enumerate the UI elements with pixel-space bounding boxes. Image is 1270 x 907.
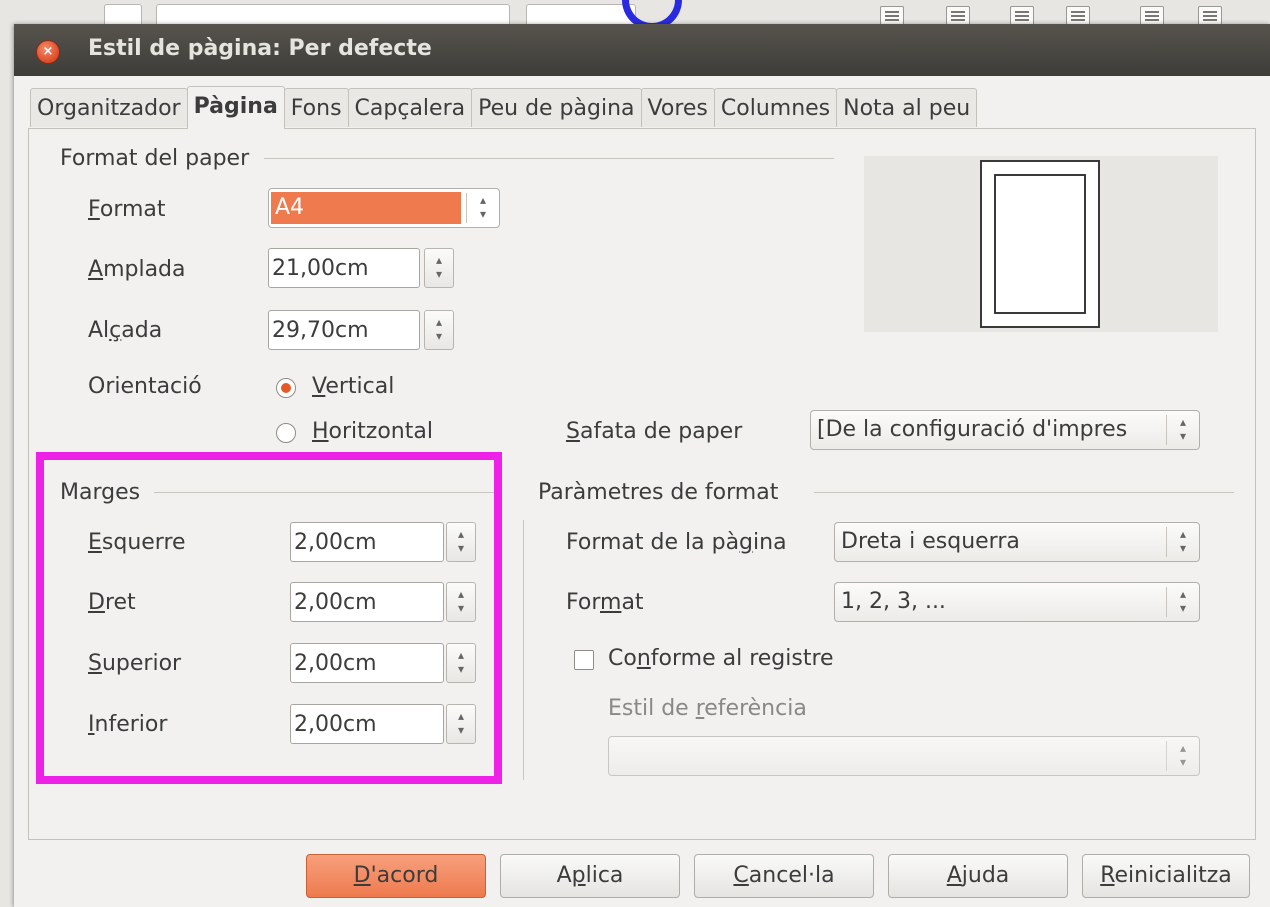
page-preview-sheet bbox=[980, 160, 1100, 328]
tab-bar: Organitzador Pàgina Fons Capçalera Peu d… bbox=[30, 86, 978, 129]
margins-highlight-box bbox=[36, 452, 502, 784]
reset-button[interactable]: Reinicialitza bbox=[1082, 854, 1250, 898]
align-center-icon bbox=[946, 6, 970, 26]
landscape-radio[interactable] bbox=[276, 423, 296, 443]
portrait-radio[interactable] bbox=[276, 378, 296, 398]
tab-background[interactable]: Fons bbox=[283, 88, 349, 127]
tab-header[interactable]: Capçalera bbox=[347, 88, 473, 127]
cancel-button[interactable]: Cancel·la bbox=[694, 854, 874, 898]
align-right-icon bbox=[1010, 6, 1034, 26]
chevron-updown-icon bbox=[1166, 527, 1199, 557]
background-sidebar bbox=[0, 28, 14, 907]
apply-button[interactable]: Aplica bbox=[500, 854, 680, 898]
height-spin-icon[interactable] bbox=[424, 310, 454, 350]
width-spin-icon[interactable] bbox=[424, 248, 454, 288]
dialog-titlebar: × Estil de pàgina: Per defecte bbox=[14, 24, 1270, 76]
chevron-updown-icon bbox=[1166, 415, 1199, 445]
numbering-format-select[interactable]: 1, 2, 3, ... bbox=[834, 582, 1200, 622]
page-layout-select[interactable]: Dreta i esquerra bbox=[834, 522, 1200, 562]
tab-columns[interactable]: Columnes bbox=[713, 88, 838, 127]
section-divider bbox=[814, 492, 1234, 493]
align-left-icon bbox=[880, 6, 904, 26]
width-field[interactable]: 21,00cm bbox=[268, 248, 420, 288]
close-icon[interactable]: × bbox=[36, 40, 60, 64]
numbered-list-icon bbox=[1198, 6, 1222, 26]
layout-section-title: Paràmetres de format bbox=[538, 478, 787, 508]
tab-footer[interactable]: Peu de pàgina bbox=[471, 88, 642, 127]
paper-format-section-title: Format del paper bbox=[60, 144, 258, 174]
portrait-label[interactable]: Vertical bbox=[312, 372, 394, 402]
help-button[interactable]: Ajuda bbox=[888, 854, 1068, 898]
height-field[interactable]: 29,70cm bbox=[268, 310, 420, 350]
format-select[interactable]: A4 bbox=[268, 188, 500, 228]
tab-page[interactable]: Pàgina bbox=[186, 86, 285, 129]
chevron-updown-icon bbox=[1166, 741, 1199, 771]
align-justify-icon bbox=[1066, 6, 1090, 26]
numbering-format-label: Format bbox=[566, 590, 644, 615]
section-divider bbox=[264, 158, 834, 159]
chevron-updown-icon bbox=[1166, 587, 1199, 617]
height-label: Alçada bbox=[88, 318, 163, 343]
width-label: Amplada bbox=[88, 257, 186, 282]
paper-tray-label: Safata de paper bbox=[566, 419, 743, 444]
reference-style-select[interactable] bbox=[608, 736, 1200, 776]
page-preview-margins bbox=[994, 174, 1086, 314]
tab-organizer[interactable]: Organitzador bbox=[30, 88, 188, 127]
dialog-title: Estil de pàgina: Per defecte bbox=[88, 36, 432, 61]
list-icon bbox=[1140, 6, 1164, 26]
register-true-label[interactable]: Conforme al registre bbox=[608, 644, 834, 674]
page-layout-label: Format de la pàgina bbox=[566, 530, 787, 555]
section-vertical-divider bbox=[523, 520, 524, 780]
reference-style-label: Estil de referència bbox=[608, 696, 807, 721]
paper-tray-select[interactable]: [De la configuració d'impres bbox=[810, 410, 1200, 450]
page-style-dialog: × Estil de pàgina: Per defecte Organitza… bbox=[14, 24, 1270, 907]
ok-button[interactable]: D'acord bbox=[306, 854, 486, 898]
page-preview bbox=[864, 156, 1218, 332]
landscape-label[interactable]: Horitzontal bbox=[312, 417, 433, 447]
format-label: Format bbox=[88, 197, 166, 222]
tab-footnote[interactable]: Nota al peu bbox=[836, 88, 978, 127]
orientation-label: Orientació bbox=[88, 374, 202, 399]
register-true-checkbox[interactable] bbox=[574, 650, 594, 670]
tab-borders[interactable]: Vores bbox=[640, 88, 715, 127]
chevron-updown-icon bbox=[466, 193, 499, 223]
